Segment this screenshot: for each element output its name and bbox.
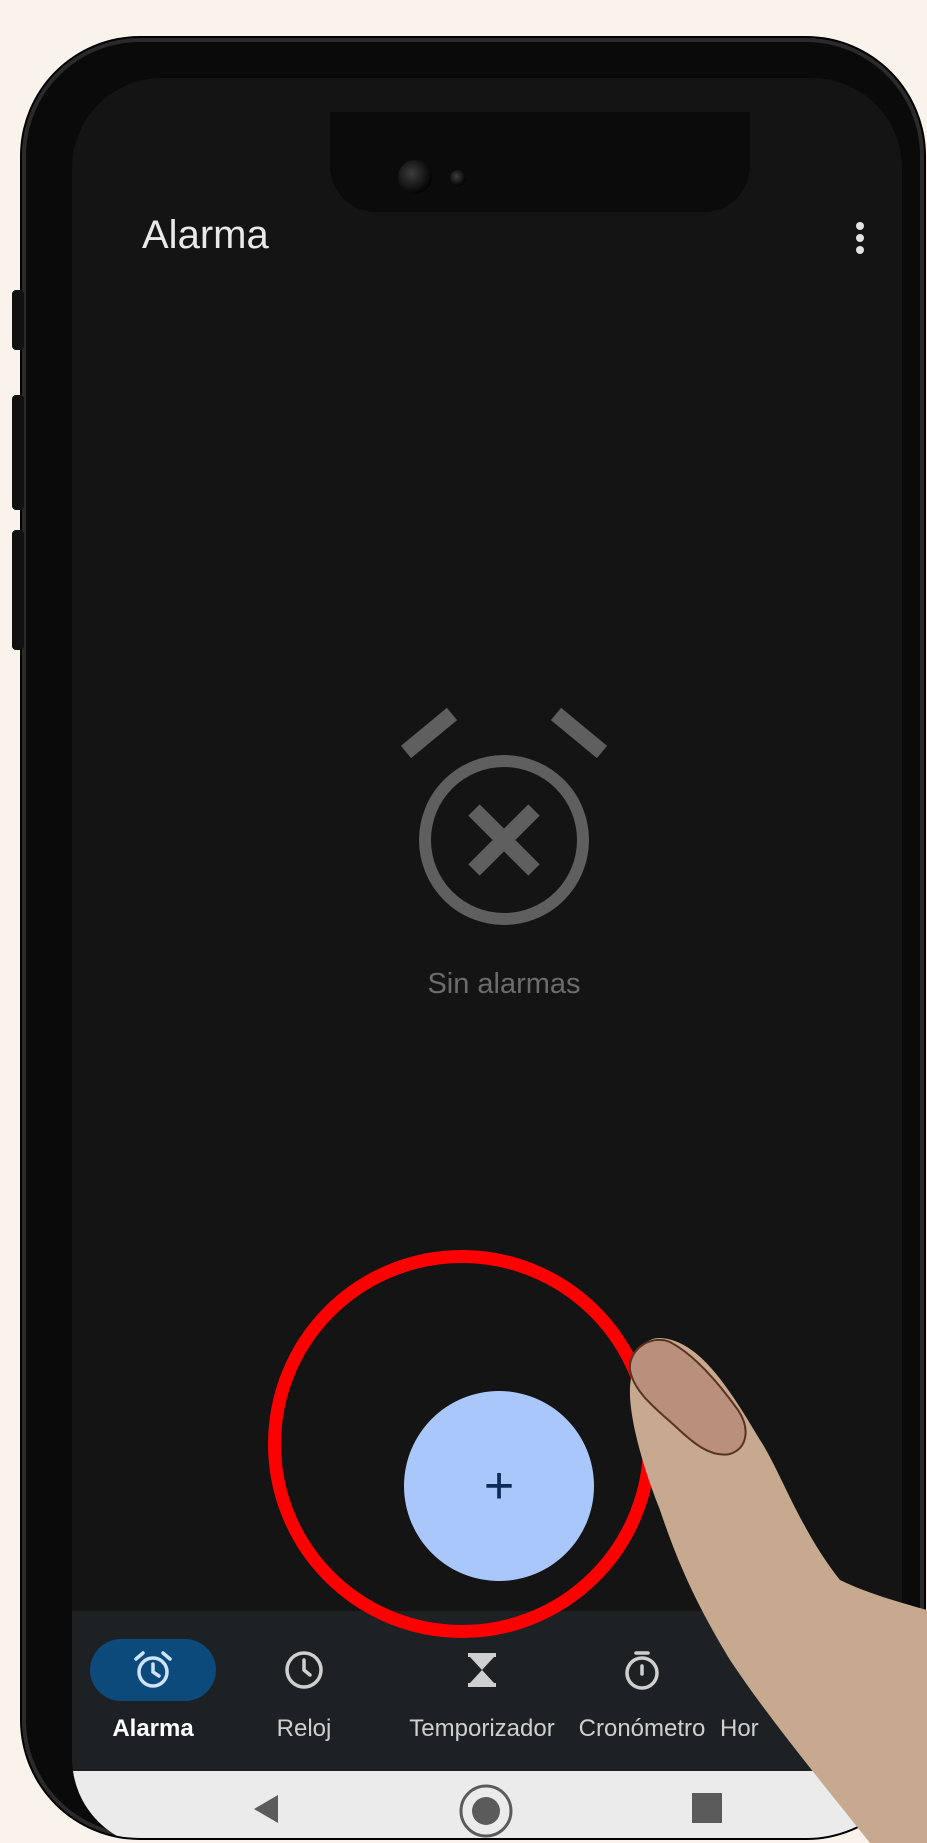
home-icon[interactable] (458, 1783, 514, 1838)
tab-label: Reloj (276, 1715, 332, 1742)
hourglass-icon (419, 1639, 545, 1701)
volume-up-button (12, 395, 24, 510)
tab-alarma[interactable]: Alarma (72, 1611, 234, 1771)
highlight-ring (268, 1250, 656, 1638)
page-title: Alarma (142, 213, 269, 257)
sensor-icon (450, 170, 466, 186)
tab-label: Temporizador (409, 1715, 555, 1742)
empty-state-message: Sin alarmas (427, 968, 581, 1000)
notch (330, 112, 750, 212)
no-alarm-icon (400, 708, 608, 925)
clock-icon (241, 1639, 367, 1701)
volume-down-button (12, 530, 24, 650)
back-icon[interactable] (248, 1791, 284, 1827)
more-options-icon[interactable] (848, 218, 872, 264)
tab-reloj[interactable]: Reloj (244, 1611, 364, 1771)
alarm-clock-icon (90, 1639, 216, 1701)
pointing-finger-icon (628, 1338, 927, 1843)
tab-label: Alarma (112, 1715, 194, 1742)
side-button (12, 290, 24, 350)
front-camera-icon (398, 160, 432, 194)
